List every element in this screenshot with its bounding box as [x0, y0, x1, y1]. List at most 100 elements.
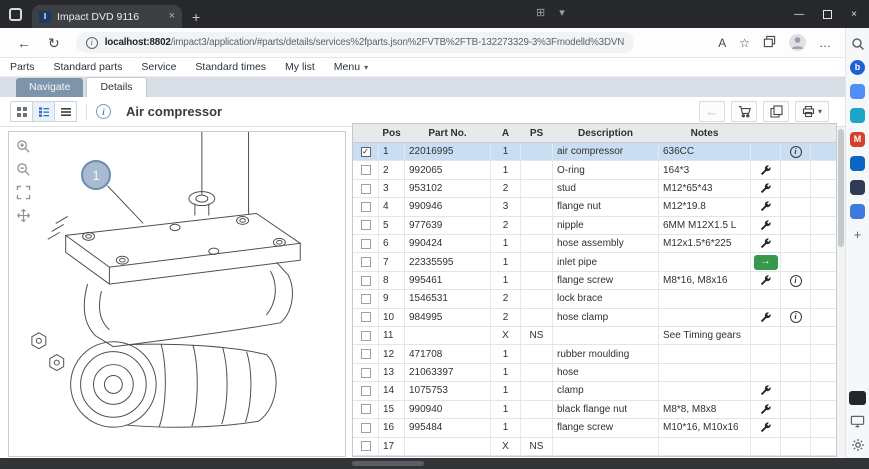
- browser-tab[interactable]: I Impact DVD 9116 ×: [32, 5, 182, 28]
- wrench-icon[interactable]: [760, 404, 771, 415]
- row-checkbox[interactable]: [361, 423, 371, 433]
- sidebar-search-icon[interactable]: [851, 37, 865, 51]
- row-checkbox[interactable]: [361, 239, 371, 249]
- zoom-out-icon[interactable]: [15, 161, 31, 177]
- sidebar-app-app-m365[interactable]: M: [850, 132, 865, 147]
- sidebar-app-copilot[interactable]: b: [850, 60, 865, 75]
- table-row[interactable]: 69904241hose assemblyM12x1.5*6*225: [353, 235, 836, 253]
- sidebar-settings-gear-icon[interactable]: [851, 438, 865, 452]
- row-checkbox[interactable]: [361, 386, 371, 396]
- new-tab-button[interactable]: +: [192, 10, 200, 24]
- sidebar-app-app-teal[interactable]: [850, 108, 865, 123]
- info-button[interactable]: i: [96, 104, 111, 119]
- diagram-panel[interactable]: 1: [8, 131, 346, 457]
- table-row[interactable]: 13210633971hose: [353, 364, 836, 382]
- table-row[interactable]: 11XNSSee Timing gears: [353, 327, 836, 345]
- table-row[interactable]: 49909463flange nutM12*19.8: [353, 198, 836, 216]
- address-bar[interactable]: i localhost:8802/impact3/application/#pa…: [76, 32, 634, 53]
- tab-navigate[interactable]: Navigate: [16, 78, 83, 97]
- menu-item-standard-times[interactable]: Standard times: [195, 61, 266, 73]
- wrench-icon[interactable]: [760, 201, 771, 212]
- table-row[interactable]: 17XNS: [353, 438, 836, 456]
- row-checkbox[interactable]: [361, 404, 371, 414]
- sidebar-monitor-icon[interactable]: [850, 414, 865, 429]
- row-checkbox[interactable]: [361, 276, 371, 286]
- row-checkbox[interactable]: [361, 331, 371, 341]
- row-checkbox[interactable]: [361, 294, 371, 304]
- row-checkbox[interactable]: ✓: [361, 147, 371, 157]
- table-row[interactable]: 1410757531clamp: [353, 382, 836, 400]
- wrench-icon[interactable]: [760, 385, 771, 396]
- row-checkbox[interactable]: [361, 349, 371, 359]
- cart-button[interactable]: [731, 101, 757, 122]
- wrench-icon[interactable]: [760, 238, 771, 249]
- row-checkbox[interactable]: [361, 368, 371, 378]
- wrench-icon[interactable]: [760, 275, 771, 286]
- go-button[interactable]: →: [754, 255, 778, 270]
- table-row[interactable]: 915465312lock brace: [353, 290, 836, 308]
- table-row[interactable]: 7223355951inlet pipe→: [353, 253, 836, 271]
- more-menu-icon[interactable]: …: [819, 37, 831, 49]
- sidebar-app-app-sky[interactable]: [850, 156, 865, 171]
- info-icon[interactable]: i: [790, 146, 802, 158]
- sidebar-app-app-blue[interactable]: [850, 84, 865, 99]
- wrench-icon[interactable]: [760, 220, 771, 231]
- fit-screen-icon[interactable]: [15, 184, 31, 200]
- row-checkbox[interactable]: [361, 220, 371, 230]
- detail-view-button[interactable]: [54, 101, 77, 122]
- reload-button[interactable]: ↻: [48, 36, 60, 50]
- list-view-button[interactable]: [32, 101, 55, 122]
- maximize-button[interactable]: [823, 10, 832, 19]
- wrench-icon[interactable]: [760, 183, 771, 194]
- table-row[interactable]: 29920651O-ring164*3: [353, 161, 836, 179]
- tab-actions-chevron-icon[interactable]: ▾: [559, 8, 565, 19]
- sidebar-add-icon[interactable]: +: [854, 228, 862, 241]
- row-checkbox[interactable]: [361, 184, 371, 194]
- profile-avatar[interactable]: [789, 34, 806, 51]
- row-checkbox[interactable]: [361, 202, 371, 212]
- table-row[interactable]: 89954611flange screwM8*16, M8x16i: [353, 272, 836, 290]
- menu-item-menu[interactable]: Menu▾: [334, 61, 368, 73]
- back-button[interactable]: ←: [17, 36, 31, 50]
- grid-view-button[interactable]: [10, 101, 33, 122]
- scrollbar-thumb[interactable]: [838, 129, 844, 247]
- menu-item-parts[interactable]: Parts: [10, 61, 35, 73]
- sidebar-app-app-med[interactable]: [850, 204, 865, 219]
- table-row[interactable]: 169954841flange screwM10*16, M10x16: [353, 419, 836, 437]
- close-button[interactable]: ×: [851, 9, 857, 20]
- info-icon[interactable]: i: [790, 311, 802, 323]
- tab-details[interactable]: Details: [86, 77, 146, 97]
- taskbar[interactable]: [0, 458, 869, 469]
- site-info-icon[interactable]: i: [86, 37, 98, 49]
- row-checkbox[interactable]: [361, 257, 371, 267]
- pip-thumbnail[interactable]: [849, 391, 866, 405]
- page-scrollbar[interactable]: [837, 127, 845, 457]
- callout-marker-1[interactable]: 1: [81, 160, 111, 190]
- row-checkbox[interactable]: [361, 312, 371, 322]
- table-row[interactable]: ✓1220169951air compressor636CCi: [353, 143, 836, 161]
- read-aloud-icon[interactable]: A: [718, 37, 726, 49]
- pan-icon[interactable]: [15, 207, 31, 223]
- minimize-button[interactable]: —: [794, 9, 804, 20]
- wrench-icon[interactable]: [760, 312, 771, 323]
- table-row[interactable]: 159909401black flange nutM8*8, M8x8: [353, 401, 836, 419]
- menu-item-service[interactable]: Service: [141, 61, 176, 73]
- collections-icon[interactable]: [763, 35, 776, 50]
- row-checkbox[interactable]: [361, 441, 371, 451]
- favorites-star-icon[interactable]: ☆: [739, 37, 750, 49]
- table-row[interactable]: 59776392nipple6MM M12X1.5 L: [353, 217, 836, 235]
- wrench-icon[interactable]: [760, 422, 771, 433]
- split-screen-icon[interactable]: ⊞: [536, 8, 545, 19]
- sidebar-app-app-dark[interactable]: [850, 180, 865, 195]
- table-row[interactable]: 39531022studM12*65*43: [353, 180, 836, 198]
- copy-button[interactable]: [763, 101, 789, 122]
- menu-item-standard-parts[interactable]: Standard parts: [54, 61, 123, 73]
- table-row[interactable]: 124717081rubber moulding: [353, 345, 836, 363]
- wrench-icon[interactable]: [760, 165, 771, 176]
- tab-workspaces-icon[interactable]: [9, 8, 22, 21]
- info-icon[interactable]: i: [790, 275, 802, 287]
- zoom-in-icon[interactable]: [15, 138, 31, 154]
- tab-close-icon[interactable]: ×: [169, 11, 175, 22]
- print-button[interactable]: ▾: [795, 101, 829, 122]
- table-row[interactable]: 109849952hose clampi: [353, 309, 836, 327]
